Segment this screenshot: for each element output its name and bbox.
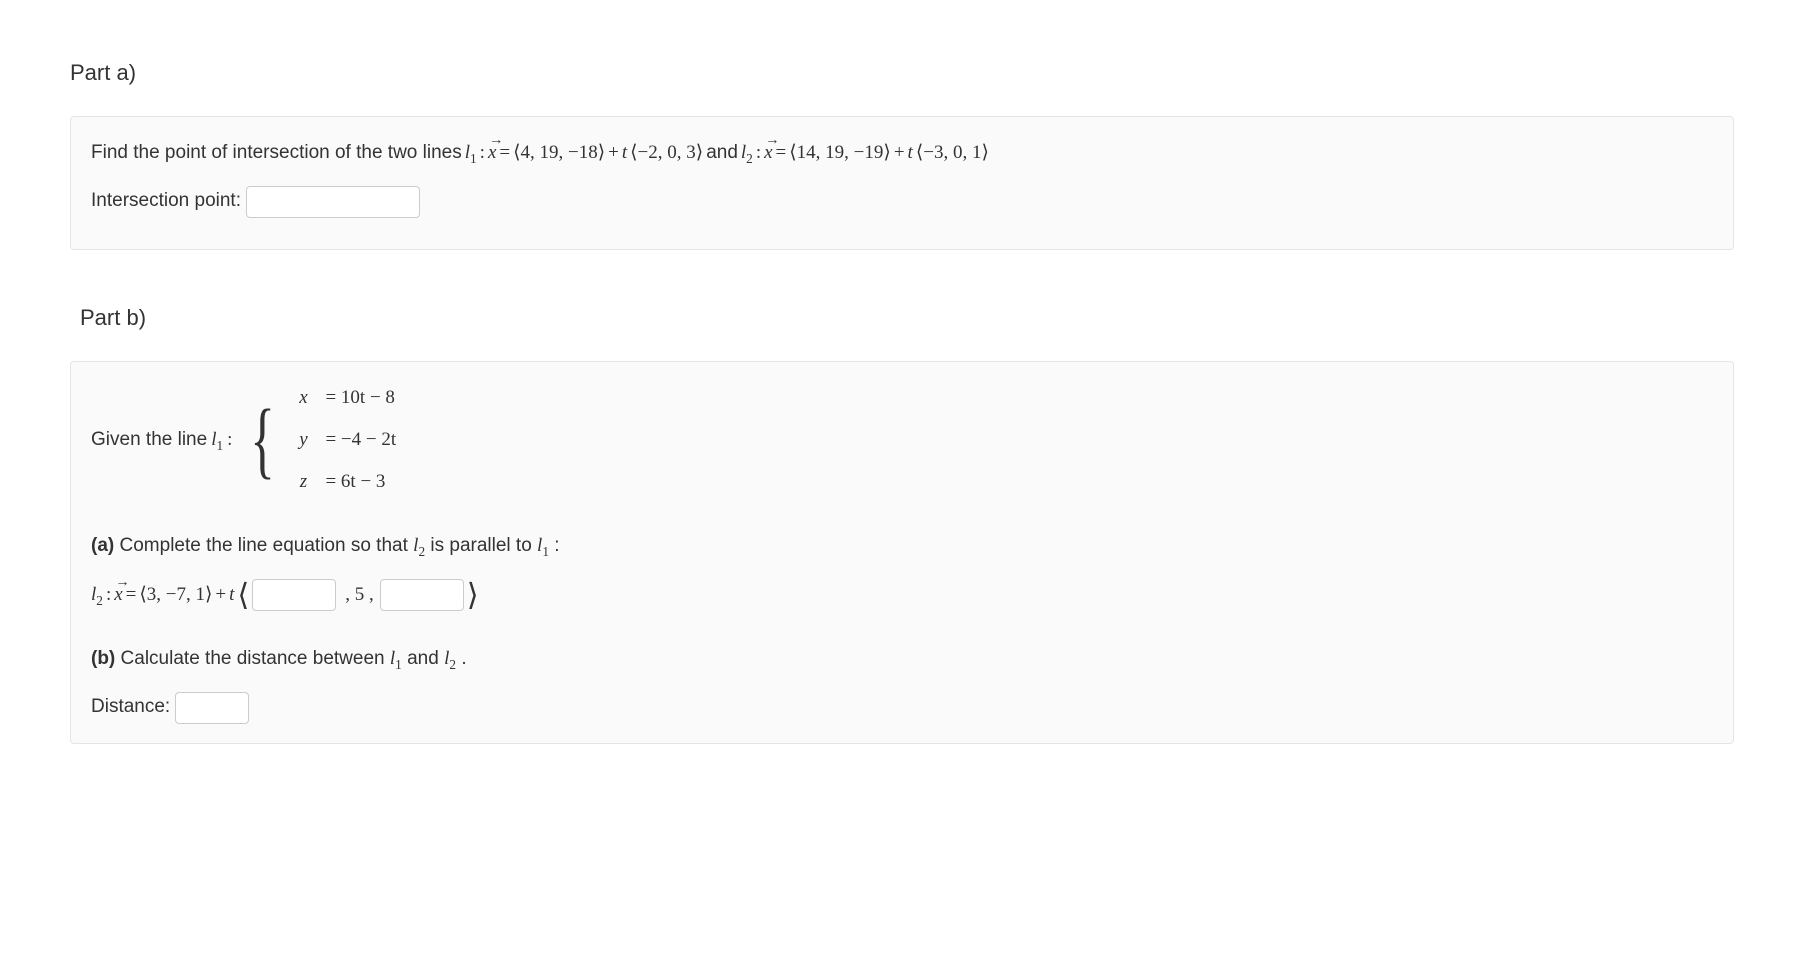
rhs-y: = −4 − 2t	[325, 422, 396, 458]
part-a-box: Find the point of intersection of the tw…	[70, 116, 1734, 250]
distance-label: Distance:	[91, 696, 175, 717]
l2-point: ⟨14, 19, −19⟩	[789, 135, 891, 171]
system-row-y: y = −4 − 2t	[291, 422, 402, 458]
part-a-prompt: Find the point of intersection of the tw…	[91, 135, 1713, 171]
text: Find the point of intersection of the tw…	[91, 135, 462, 171]
l2-label: l2	[91, 577, 103, 613]
sub-a-label: (a)	[91, 535, 114, 556]
l2-label: l2	[413, 535, 425, 556]
text: :	[554, 535, 559, 556]
colon: :	[480, 135, 485, 171]
vector-x: x	[764, 135, 772, 171]
l1-label: l1	[211, 422, 223, 458]
part-a-heading: Part a)	[70, 60, 1734, 86]
given-prefix: Given the line	[91, 422, 207, 458]
l1-point: ⟨4, 19, −18⟩	[513, 135, 605, 171]
vector-x: x	[488, 135, 496, 171]
sub-a-prompt: (a) Complete the line equation so that l…	[91, 528, 1713, 564]
l1-dir: ⟨−2, 0, 3⟩	[630, 135, 703, 171]
system-brace: { x = 10t − 8 y = −4 − 2t z = 6t − 3	[242, 380, 402, 500]
colon: :	[227, 422, 232, 458]
direction-component-1-input[interactable]	[252, 579, 336, 611]
distance-row: Distance:	[91, 689, 1713, 725]
text: is parallel to	[430, 535, 537, 556]
t-var: t	[622, 135, 627, 171]
var-x: x	[291, 380, 315, 416]
l1-label: l1	[390, 648, 402, 669]
rhs-x: = 10t − 8	[325, 380, 394, 416]
vector-x: x	[114, 577, 122, 613]
text: Calculate the distance between	[121, 648, 390, 669]
part-b-heading: Part b)	[70, 305, 1734, 331]
l2-label: l2	[444, 648, 456, 669]
l1-label: l1	[537, 535, 549, 556]
var-z: z	[291, 464, 315, 500]
distance-input[interactable]	[175, 692, 249, 724]
and-text: and	[706, 135, 738, 171]
sub-b-label: (b)	[91, 648, 115, 669]
period: .	[461, 648, 466, 669]
t-var: t	[229, 577, 234, 613]
point: ⟨3, −7, 1⟩	[139, 577, 212, 613]
plus: +	[894, 135, 905, 171]
direction-component-3-input[interactable]	[380, 579, 464, 611]
plus: +	[608, 135, 619, 171]
l2-dir: ⟨−3, 0, 1⟩	[916, 135, 989, 171]
system-row-x: x = 10t − 8	[291, 380, 402, 416]
left-brace-icon: {	[251, 406, 276, 474]
system-row-z: z = 6t − 3	[291, 464, 402, 500]
plus: +	[215, 577, 226, 613]
sub-b-prompt: (b) Calculate the distance between l1 an…	[91, 641, 1713, 677]
text: Complete the line equation so that	[120, 535, 414, 556]
colon: :	[106, 577, 111, 613]
rhs-z: = 6t − 3	[325, 464, 385, 500]
given-line-row: Given the line l1 : { x = 10t − 8 y = −4…	[91, 380, 1713, 500]
intersection-label: Intersection point:	[91, 190, 246, 211]
sub-a-equation: l2 : x = ⟨3, −7, 1⟩ + t ⟨ , 5 , ⟩	[91, 577, 1713, 613]
l1-label: l1	[465, 135, 477, 171]
l2-label: l2	[741, 135, 753, 171]
part-b-box: Given the line l1 : { x = 10t − 8 y = −4…	[70, 361, 1734, 744]
var-y: y	[291, 422, 315, 458]
intersection-row: Intersection point:	[91, 183, 1713, 219]
mid-value: , 5 ,	[345, 577, 374, 613]
and-word: and	[407, 648, 444, 669]
t-var: t	[908, 135, 913, 171]
colon: :	[756, 135, 761, 171]
intersection-input[interactable]	[246, 186, 420, 218]
